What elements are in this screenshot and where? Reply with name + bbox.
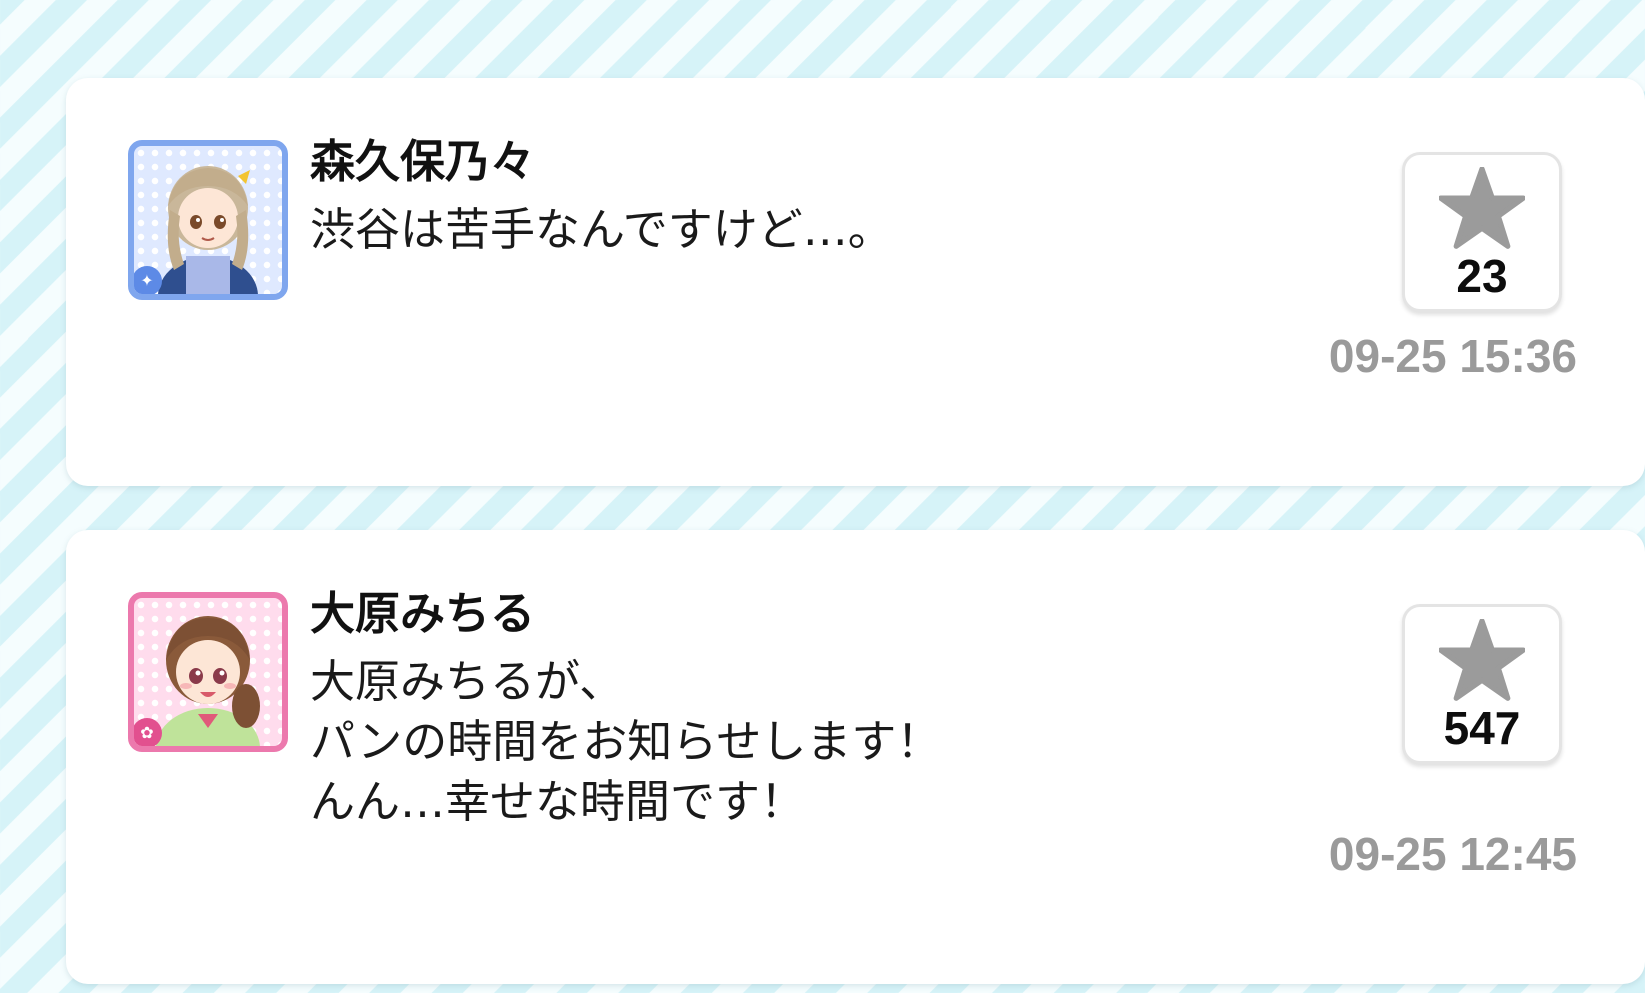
avatar[interactable]: ✿ (128, 592, 288, 752)
like-button[interactable]: 23 (1402, 152, 1562, 312)
post-card: ✿ 大原みちる 大原みちるが、 パンの時間をお知らせします！ んん…幸せな時間で… (66, 530, 1645, 984)
star-icon (1439, 619, 1525, 701)
avatar[interactable]: ✦ (128, 140, 288, 300)
post-timestamp: 09-25 12:45 (1328, 828, 1577, 880)
post-message: 渋谷は苦手なんですけど…。 (310, 203, 893, 256)
cool-type-icon: ✦ (134, 266, 162, 294)
star-icon (1439, 167, 1525, 249)
post-author-name[interactable]: 大原みちる (310, 584, 535, 644)
post-timestamp: 09-25 15:36 (1328, 330, 1577, 382)
post-author-name[interactable]: 森久保乃々 (310, 132, 535, 192)
post-card: ✦ 森久保乃々 渋谷は苦手なんですけど…。 23 09-25 15:36 (66, 78, 1645, 486)
post-feed: ✦ 森久保乃々 渋谷は苦手なんですけど…。 23 09-25 15:36 ✿ 大… (66, 78, 1645, 993)
like-button[interactable]: 547 (1402, 604, 1562, 764)
post-message: 大原みちるが、 パンの時間をお知らせします！ んん…幸せな時間です！ (310, 655, 942, 828)
like-count: 23 (1456, 250, 1508, 302)
like-count: 547 (1443, 702, 1521, 754)
cute-type-icon: ✿ (134, 718, 162, 746)
